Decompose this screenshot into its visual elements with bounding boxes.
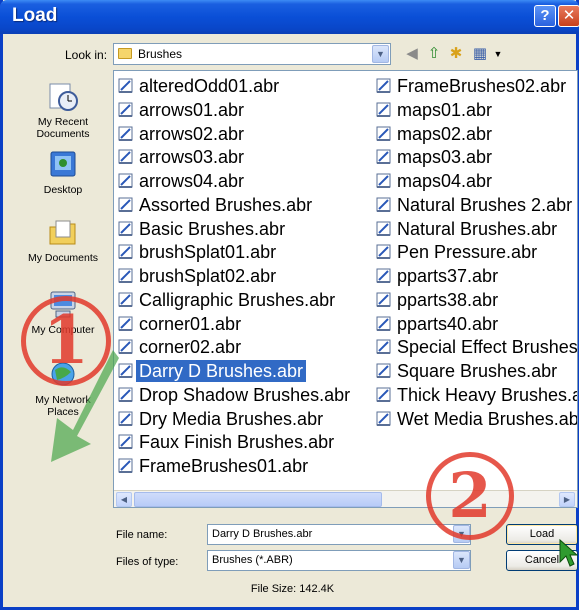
file-name-text: maps02.abr [397,123,493,144]
brush-file-icon [118,102,133,117]
help-button[interactable]: ? [534,5,556,27]
file-name-text: FrameBrushes01.abr [139,456,309,476]
look-in-dropdown[interactable]: Brushes ▼ [113,43,391,65]
file-name-text: Faux Finish Brushes.abr [139,432,335,453]
file-type-chevron-icon[interactable]: ▼ [453,551,470,569]
brush-file-icon [118,149,133,165]
file-name-text: corner01.abr [139,313,242,334]
brush-file-icon [376,292,391,307]
brush-file-icon [118,292,133,307]
back-icon[interactable]: ◀ [403,45,421,63]
file-name-text: Drop Shadow Brushes.abr [139,384,351,405]
place-my-documents[interactable]: My Documents [19,218,107,264]
documents-folder-icon [47,218,79,248]
file-name-text: corner02.abr [139,337,242,358]
brush-file-icon [376,363,391,378]
file-name-label: File name: [116,529,168,541]
brush-file-icon [376,387,391,402]
scroll-thumb[interactable] [134,492,382,507]
brush-file-icon [118,78,133,93]
look-in-label: Look in: [65,48,108,62]
place-recent-documents[interactable]: My Recent Documents [19,82,107,140]
file-name-text: FrameBrushes02.abr [397,76,567,96]
step-1-badge: 1 [21,296,111,386]
nav-toolbar: ◀ ⇧ ✱ ▦ ▼ [403,45,513,65]
file-name-text: Assorted Brushes.abr [139,194,313,215]
file-name-text: brushSplat02.abr [139,266,277,286]
file-name-text: brushSplat01.abr [139,242,277,263]
dialog-title: Load [12,5,58,26]
folder-icon [118,48,132,59]
brush-file-icon [118,244,133,260]
brush-file-icon [376,149,391,165]
brush-file-icon [376,78,391,93]
title-bar[interactable]: Load ? ✕ [0,0,579,34]
file-name-input[interactable]: Darry D Brushes.abr [207,524,471,545]
file-name-text: Natural Brushes 2.abr [397,194,573,215]
scroll-right-icon[interactable]: ▶ [559,492,575,507]
file-name-text: pparts40.abr [397,313,499,334]
file-name-text: Square Brushes.abr [397,361,558,381]
brush-file-icon [376,102,391,117]
brush-file-icon [118,126,133,141]
file-size-status: File Size: 142.4K [250,583,335,595]
step-2-badge: 2 [426,452,514,540]
new-folder-icon[interactable]: ✱ [447,45,465,63]
load-dialog: Load ? ✕ Look in: Brushes ▼ ◀ ⇧ ✱ ▦ ▼ My… [0,0,579,610]
file-name-text: arrows01.abr [139,99,245,120]
view-menu-icon[interactable]: ▦ [471,45,489,63]
close-button[interactable]: ✕ [558,5,579,27]
brush-file-icon [376,316,391,331]
file-name-text: arrows03.abr [139,147,245,168]
file-list[interactable]: alteredOdd01.abr arrows01.abr arrows02.abr… [113,70,578,508]
brush-file-icon [118,173,133,188]
clock-icon [47,82,79,112]
brush-file-icon [376,339,391,355]
file-name-text: pparts38.abr [397,289,499,310]
brush-file-icon [376,173,391,188]
file-type-label: Files of type: [116,556,179,568]
chevron-down-icon[interactable]: ▼ [372,45,389,63]
brush-file-icon [376,411,391,426]
file-name-text: Pen Pressure.abr [397,242,538,263]
scroll-left-icon[interactable]: ◀ [116,492,132,507]
desktop-icon [47,150,79,180]
file-name-text: maps03.abr [397,147,493,168]
brush-file-icon [118,221,133,236]
file-name-text: Wet Media Brushes.abr [397,408,578,429]
file-name-text: alteredOdd01.abr [139,76,280,96]
brush-file-icon [376,268,391,283]
file-name-text: arrows02.abr [139,123,245,144]
file-name-text: Calligraphic Brushes.abr [139,289,336,310]
brush-file-icon [376,197,391,212]
file-name-text: arrows04.abr [139,171,245,191]
file-name-text: maps01.abr [397,99,493,120]
file-name-text: Natural Brushes.abr [397,218,558,239]
file-type-dropdown[interactable]: Brushes (*.ABR) [207,550,471,571]
file-name-text: Basic Brushes.abr [139,218,286,239]
brush-file-icon [376,221,391,236]
view-dropdown-icon[interactable]: ▼ [489,45,507,63]
brush-file-icon [118,197,133,212]
file-name-text: Special Effect Brushes.abr [397,337,578,358]
up-folder-icon[interactable]: ⇧ [425,45,443,63]
brush-file-icon [118,268,133,283]
mouse-cursor-icon [559,538,578,567]
brush-file-icon [376,244,391,260]
file-name-text: pparts37.abr [397,266,499,286]
brush-file-icon [118,316,133,331]
file-name-text: maps04.abr [397,171,493,191]
file-name-text: Darry D Brushes.abr [136,360,307,382]
look-in-value: Brushes [138,47,183,61]
place-desktop[interactable]: Desktop [19,150,107,196]
file-name-text: Thick Heavy Brushes.abr [397,384,578,405]
file-name-text: Dry Media Brushes.abr [139,408,324,429]
brush-file-icon [376,126,391,141]
